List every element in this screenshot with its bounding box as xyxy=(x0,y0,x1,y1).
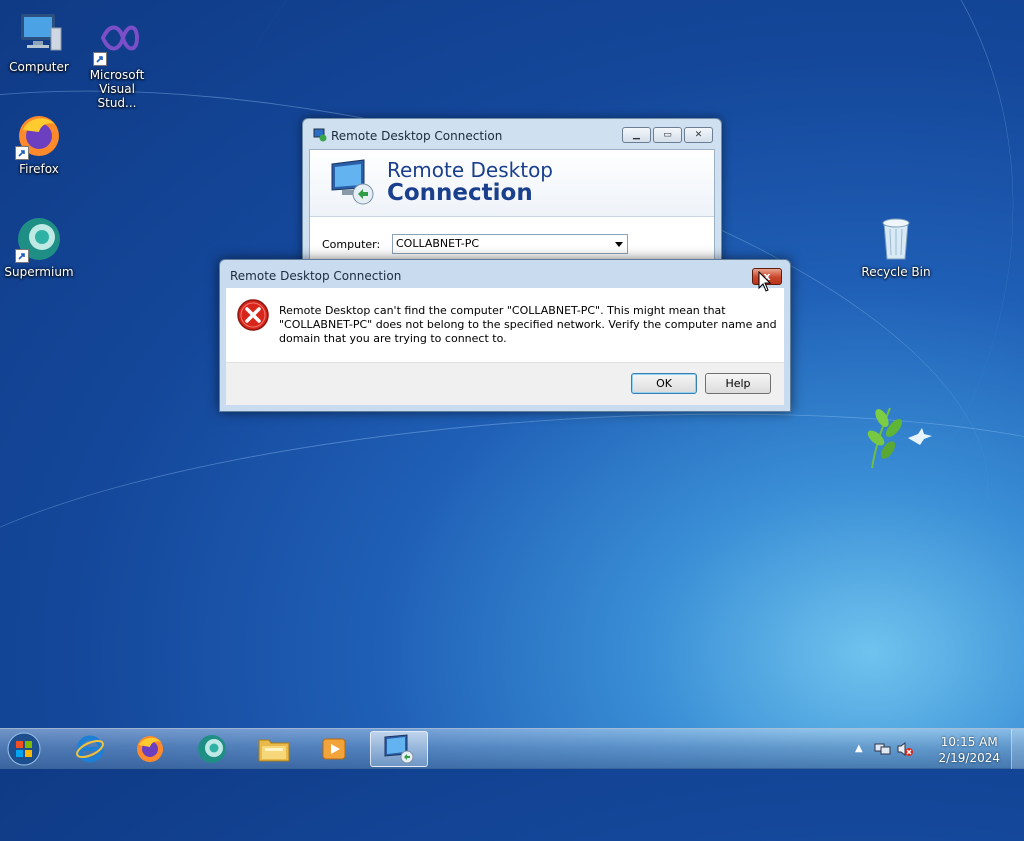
computer-icon xyxy=(15,10,63,58)
system-tray: ▲ 10:15 AM 2/19/2024 xyxy=(854,729,1024,769)
taskbar-windows-explorer[interactable] xyxy=(246,731,302,767)
rdc-window-title: Remote Desktop Connection xyxy=(331,129,503,143)
desktop-icon-label: Microsoft Visual Stud... xyxy=(89,68,145,110)
error-dialog: Remote Desktop Connection x Remote Deskt… xyxy=(219,259,791,412)
firefox-icon xyxy=(137,736,163,762)
desktop-icon-label: Computer xyxy=(9,60,69,74)
taskbar: ▲ 10:15 AM 2/19/2024 xyxy=(0,728,1024,769)
shortcut-arrow-icon xyxy=(15,249,29,263)
start-button[interactable] xyxy=(4,730,44,768)
minimize-icon: ▁ xyxy=(633,130,640,140)
close-icon: ✕ xyxy=(694,130,703,140)
desktop-icon-firefox[interactable]: Firefox xyxy=(1,112,77,176)
banner-title-line2: Connection xyxy=(387,180,533,206)
error-message: Remote Desktop can't find the computer "… xyxy=(279,304,777,345)
show-hidden-icons-icon[interactable]: ▲ xyxy=(855,743,863,754)
desktop-icon-computer[interactable]: Computer xyxy=(1,10,77,74)
taskbar-remote-desktop[interactable] xyxy=(370,731,428,767)
firefox-icon xyxy=(15,112,63,160)
desktop-icon-label: Recycle Bin xyxy=(861,265,931,279)
supermium-icon xyxy=(15,215,63,263)
ok-button[interactable]: OK xyxy=(631,373,697,394)
recycle-bin-icon xyxy=(872,215,920,263)
wallpaper-plant-icon xyxy=(867,407,932,469)
taskbar-media-player[interactable] xyxy=(306,731,362,767)
volume-muted-icon[interactable] xyxy=(896,741,914,757)
desktop-icon-label: Firefox xyxy=(19,162,59,176)
windows-orb-icon xyxy=(7,732,41,766)
maximize-button[interactable]: ▭ xyxy=(653,127,682,143)
error-dialog-title: Remote Desktop Connection xyxy=(230,269,402,283)
close-button[interactable]: ✕ xyxy=(684,127,713,143)
help-button[interactable]: Help xyxy=(705,373,771,394)
computer-combobox-value: COLLABNET-PC xyxy=(396,237,480,250)
clock-date: 2/19/2024 xyxy=(938,751,1000,765)
rdc-monitor-icon xyxy=(328,158,376,209)
folder-icon xyxy=(258,739,290,762)
desktop-icon-visual-studio[interactable]: Microsoft Visual Stud... xyxy=(79,18,155,110)
mouse-cursor-icon xyxy=(758,271,772,292)
network-icon[interactable] xyxy=(874,741,892,757)
error-dialog-body: Remote Desktop can't find the computer "… xyxy=(226,288,784,362)
computer-label: Computer: xyxy=(322,238,381,251)
taskbar-internet-explorer[interactable] xyxy=(62,731,118,767)
clock-time: 10:15 AM xyxy=(940,735,998,749)
visual-studio-icon xyxy=(93,18,141,66)
minimize-button[interactable]: ▁ xyxy=(622,127,651,143)
dropdown-arrow-icon[interactable] xyxy=(615,242,623,247)
desktop-icon-recycle-bin[interactable]: Recycle Bin xyxy=(858,215,934,279)
error-dialog-footer: OK Help xyxy=(226,362,784,405)
clock[interactable]: 10:15 AM 2/19/2024 xyxy=(938,734,1000,766)
supermium-icon xyxy=(198,735,226,763)
media-player-icon xyxy=(322,738,346,760)
rdc-window-body: Remote Desktop Connection Computer: COLL… xyxy=(309,149,715,269)
rdc-banner: Remote Desktop Connection xyxy=(310,150,714,217)
taskbar-firefox[interactable] xyxy=(122,731,178,767)
error-icon xyxy=(236,298,270,335)
shortcut-arrow-icon xyxy=(93,52,107,66)
desktop-icon-supermium[interactable]: Supermium xyxy=(1,215,77,279)
banner-title-line1: Remote Desktop xyxy=(387,158,554,182)
computer-combobox[interactable]: COLLABNET-PC xyxy=(392,234,628,254)
maximize-icon: ▭ xyxy=(663,130,672,140)
rdc-window: Remote Desktop Connection ▁ ▭ ✕ Remote D… xyxy=(302,118,722,270)
rdc-small-icon xyxy=(313,128,327,145)
taskbar-supermium[interactable] xyxy=(184,731,240,767)
desktop-icon-label: Supermium xyxy=(4,265,74,279)
remote-desktop-icon xyxy=(384,734,414,764)
internet-explorer-icon xyxy=(76,735,104,763)
shortcut-arrow-icon xyxy=(15,146,29,160)
show-desktop-button[interactable] xyxy=(1011,729,1024,769)
